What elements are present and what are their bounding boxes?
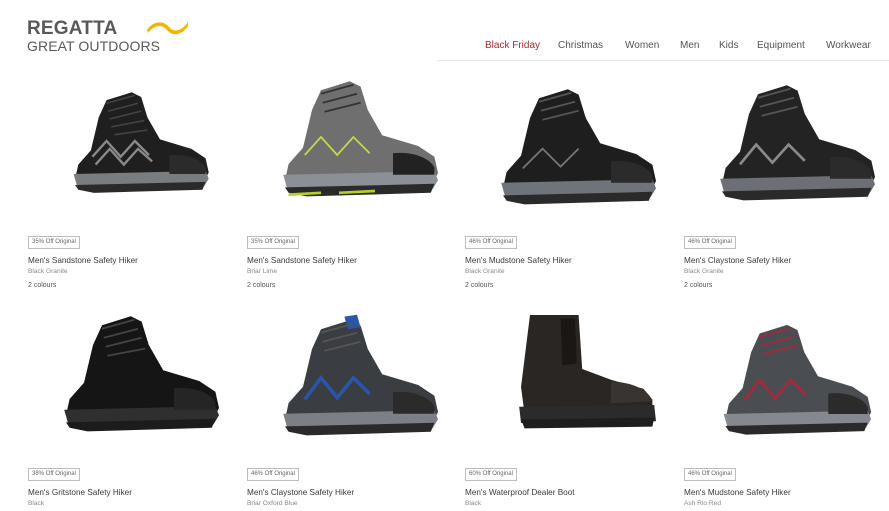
colour-count[interactable]: 2 colours (465, 282, 493, 289)
logo-sub-text: GREAT OUTDOORS (27, 38, 161, 54)
product-name[interactable]: Men's Sandstone Safety Hiker (247, 256, 357, 265)
colour-count[interactable]: 2 colours (247, 282, 275, 289)
main-nav: Black Friday Christmas Women Men Kids Eq… (438, 40, 889, 61)
discount-badge: 60% Off Original (465, 468, 517, 481)
nav-christmas[interactable]: Christmas (558, 40, 603, 51)
product-colour: Black Granite (684, 268, 724, 275)
product-colour: Briar Lime (247, 268, 278, 275)
nav-men[interactable]: Men (680, 40, 699, 51)
product-image[interactable] (267, 312, 447, 440)
product-colour: Black (465, 500, 482, 507)
product-colour: Black (28, 500, 45, 507)
logo-swoosh-icon (147, 22, 188, 35)
product-colour: Briar Oxford Blue (247, 500, 298, 507)
logo-brand-text: REGATTA (27, 18, 118, 39)
product-name[interactable]: Men's Mudstone Safety Hiker (465, 256, 572, 265)
discount-badge: 46% Off Original (465, 236, 517, 249)
nav-equipment[interactable]: Equipment (757, 40, 805, 51)
product-name[interactable]: Men's Gritstone Safety Hiker (28, 488, 132, 497)
product-image[interactable] (485, 80, 665, 210)
product-image[interactable]: .c1 .upper{fill:#1f1f1f}.c1 .sole{fill:#… (48, 86, 228, 196)
nav-kids[interactable]: Kids (719, 40, 738, 51)
discount-badge: 35% Off Original (247, 236, 299, 249)
colour-count[interactable]: 2 colours (28, 282, 56, 289)
product-name[interactable]: Men's Mudstone Safety Hiker (684, 488, 791, 497)
colour-count[interactable]: 2 colours (684, 282, 712, 289)
product-image[interactable] (704, 74, 884, 208)
nav-black-friday[interactable]: Black Friday (485, 40, 540, 51)
product-name[interactable]: Men's Sandstone Safety Hiker (28, 256, 138, 265)
product-colour: Black Granite (28, 268, 68, 275)
discount-badge: 35% Off Original (28, 236, 80, 249)
product-image[interactable] (704, 318, 884, 438)
discount-badge: 38% Off Original (28, 468, 80, 481)
product-image[interactable] (267, 72, 447, 202)
product-colour: Ash Rio Red (684, 500, 722, 507)
product-colour: Black Granite (465, 268, 505, 275)
discount-badge: 46% Off Original (684, 468, 736, 481)
nav-women[interactable]: Women (625, 40, 659, 51)
discount-badge: 46% Off Original (247, 468, 299, 481)
product-image[interactable] (48, 304, 228, 440)
product-name[interactable]: Men's Claystone Safety Hiker (684, 256, 791, 265)
discount-badge: 46% Off Original (684, 236, 736, 249)
product-name[interactable]: Men's Waterproof Dealer Boot (465, 488, 575, 497)
product-name[interactable]: Men's Claystone Safety Hiker (247, 488, 354, 497)
nav-workwear[interactable]: Workwear (826, 40, 871, 51)
regatta-logo[interactable]: REGATTA GREAT OUTDOORS (27, 16, 188, 56)
product-image[interactable] (485, 300, 665, 438)
